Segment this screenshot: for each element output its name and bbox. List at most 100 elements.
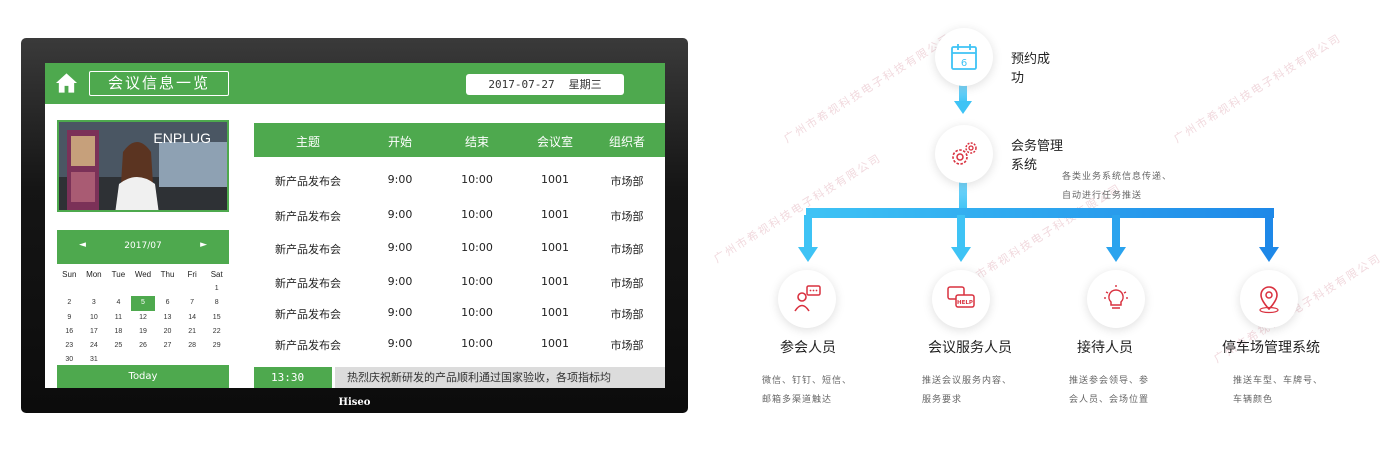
calendar-next-button[interactable]: ► — [200, 240, 207, 250]
role-desc-line: 邮箱多渠道触达 — [762, 395, 833, 405]
calendar-day[interactable]: 18 — [106, 325, 131, 339]
calendar-day[interactable]: 5 — [130, 296, 156, 311]
calendar-weekday: Tue — [111, 270, 126, 279]
calendar-day[interactable]: 23 — [57, 339, 82, 353]
help-chat-icon: HELP — [947, 286, 975, 308]
arrow-to-parking — [1259, 215, 1279, 262]
calendar-day[interactable]: 9 — [57, 311, 82, 325]
cell-topic: 新产品发布会 — [275, 308, 341, 321]
promo-text: ENPLUG — [153, 130, 211, 146]
calendar-day[interactable]: 20 — [155, 325, 180, 339]
calendar-weekday: Wed — [134, 270, 152, 279]
calendar-day[interactable]: 12 — [131, 311, 156, 325]
lightbulb-icon — [1104, 285, 1128, 309]
cell-topic: 新产品发布会 — [275, 243, 341, 256]
column-header-room: 会议室 — [536, 135, 573, 149]
calendar-header: ◄ 2017/07 ► — [57, 230, 229, 264]
help-text: HELP — [957, 300, 973, 306]
cell-organizer: 市场部 — [610, 339, 644, 352]
date-text: 2017-07-27 — [488, 78, 555, 91]
calendar-day[interactable]: 29 — [204, 339, 229, 353]
cell-start: 9:00 — [387, 173, 413, 186]
booking-label: 预约成 功 — [1011, 50, 1050, 88]
calendar-icon: 6 — [951, 44, 977, 70]
service-node: HELP — [932, 270, 990, 328]
calendar-empty-cell — [131, 282, 156, 296]
gears-icon — [952, 142, 977, 165]
calendar-day[interactable]: 17 — [82, 325, 107, 339]
signage-monitor: 会议信息一览 2017-07-27 星期三 ENPLUG ◄ 2017/07 ►… — [21, 38, 688, 413]
calendar-day[interactable]: 8 — [204, 296, 229, 310]
cell-organizer: 市场部 — [610, 175, 644, 188]
arrow-to-service — [951, 215, 971, 262]
role-description: 推送参会领导、参 会人员、会场位置 — [1069, 372, 1149, 410]
calendar-day[interactable]: 2 — [57, 296, 82, 310]
role-description: 推送会议服务内容、 服务要求 — [922, 372, 1012, 410]
calendar-day[interactable]: 25 — [106, 339, 131, 353]
calendar-day[interactable]: 27 — [155, 339, 180, 353]
calendar-weekday: Sat — [210, 270, 223, 279]
calendar-day[interactable]: 7 — [180, 296, 205, 310]
calendar-day[interactable]: 19 — [131, 325, 156, 339]
calendar-day[interactable]: 10 — [82, 311, 107, 325]
column-header-end: 结束 — [464, 135, 489, 149]
calendar-day[interactable]: 15 — [204, 311, 229, 325]
calendar-weekday: Fri — [187, 270, 197, 279]
role-name: 停车场管理系统 — [1222, 340, 1320, 356]
table-row[interactable]: 新产品发布会 9:00 10:00 1001 市场部 — [254, 272, 665, 292]
attendee-node — [778, 270, 836, 328]
calendar-weekday: Thu — [160, 270, 175, 279]
role-desc-line: 微信、钉钉、短信、 — [762, 376, 853, 386]
calendar-day: 6 — [961, 58, 967, 69]
management-desc-line: 自动进行任务推送 — [1062, 191, 1143, 201]
role-description: 推送车型、车牌号、 车辆颜色 — [1233, 372, 1323, 410]
column-header-organizer: 组织者 — [608, 135, 645, 149]
cell-organizer: 市场部 — [610, 308, 644, 321]
calendar-day[interactable]: 26 — [131, 339, 156, 353]
calendar-empty-cell — [180, 282, 205, 296]
calendar-day[interactable]: 6 — [155, 296, 180, 310]
calendar-day[interactable]: 11 — [106, 311, 131, 325]
table-row[interactable]: 新产品发布会 9:00 10:00 1001 市场部 — [254, 334, 665, 354]
calendar-day[interactable]: 13 — [155, 311, 180, 325]
role-desc-line: 推送参会领导、参 — [1069, 376, 1150, 386]
home-icon[interactable] — [55, 72, 78, 94]
role-desc-line: 服务要求 — [922, 395, 963, 405]
table-row[interactable]: 新产品发布会 9:00 10:00 1001 市场部 — [254, 170, 665, 190]
calendar-day[interactable]: 1 — [204, 282, 229, 296]
role-name: 会议服务人员 — [928, 340, 1012, 356]
calendar-day[interactable]: 16 — [57, 325, 82, 339]
table-row[interactable]: 新产品发布会 9:00 10:00 1001 市场部 — [254, 238, 665, 258]
table-row[interactable]: 新产品发布会 9:00 10:00 1001 市场部 — [254, 205, 665, 225]
cell-room: 1001 — [541, 337, 569, 350]
calendar-day[interactable]: 4 — [106, 296, 131, 310]
role-description: 微信、钉钉、短信、 邮箱多渠道触达 — [762, 372, 852, 410]
calendar-day[interactable]: 21 — [180, 325, 205, 339]
cell-room: 1001 — [541, 173, 569, 186]
cell-organizer: 市场部 — [610, 243, 644, 256]
weekday-text: 星期三 — [568, 78, 602, 91]
role-name: 参会人员 — [780, 340, 836, 356]
brand-logo: Hiseo — [338, 397, 371, 408]
cell-room: 1001 — [541, 241, 569, 254]
role-desc-line: 会人员、会场位置 — [1069, 395, 1150, 405]
calendar-day[interactable]: 3 — [82, 296, 107, 310]
calendar-day[interactable]: 14 — [180, 311, 205, 325]
calendar-day[interactable]: 24 — [82, 339, 107, 353]
calendar-day[interactable]: 28 — [180, 339, 205, 353]
cell-start: 9:00 — [387, 208, 413, 221]
management-label-line: 会务管理 — [1011, 139, 1064, 154]
role-desc-line: 推送会议服务内容、 — [922, 376, 1013, 386]
cell-start: 9:00 — [387, 241, 413, 254]
page-title: 会议信息一览 — [89, 71, 229, 96]
table-header: 主题 开始 结束 会议室 组织者 — [254, 123, 665, 157]
arrow-to-attendee — [798, 215, 818, 262]
table-row[interactable]: 新产品发布会 9:00 10:00 1001 市场部 — [254, 303, 665, 323]
cell-start: 9:00 — [387, 275, 413, 288]
today-button[interactable]: Today — [57, 365, 229, 388]
booking-label-line: 预约成 — [1011, 52, 1051, 67]
management-label: 会务管理 系统 — [1011, 137, 1063, 175]
cell-end: 10:00 — [461, 208, 493, 221]
cell-topic: 新产品发布会 — [275, 175, 341, 188]
calendar-day[interactable]: 22 — [204, 325, 229, 339]
